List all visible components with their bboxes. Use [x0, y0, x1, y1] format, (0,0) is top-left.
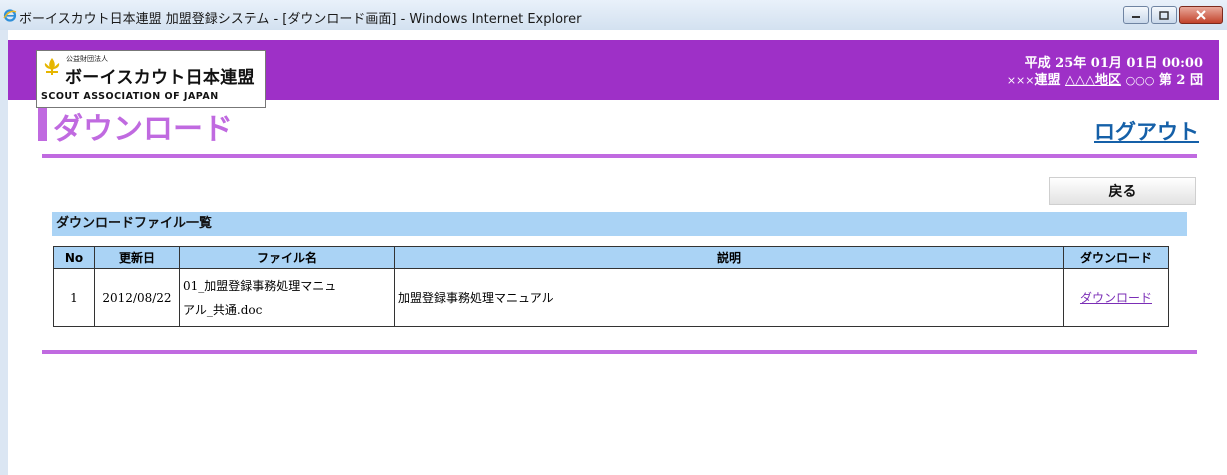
cell-no: 1: [53, 268, 95, 327]
cell-download: ダウンロード: [1063, 268, 1169, 327]
minimize-icon: [1132, 16, 1140, 18]
logo-name: ボーイスカウト日本連盟: [65, 68, 255, 88]
column-header-no: No: [53, 246, 95, 269]
column-header-filename: ファイル名: [179, 246, 395, 269]
logo-english-name: SCOUT ASSOCIATION OF JAPAN: [41, 91, 219, 102]
page-title-marker: [38, 108, 47, 141]
title-divider: [42, 154, 1197, 158]
back-button[interactable]: 戻る: [1049, 177, 1196, 205]
internet-explorer-icon: [3, 9, 17, 22]
table-header-row: No 更新日 ファイル名 説明 ダウンロード: [53, 246, 1169, 269]
close-button[interactable]: [1179, 6, 1223, 24]
section-title: ダウンロードファイル一覧: [52, 212, 1187, 236]
bottom-divider: [42, 350, 1197, 354]
table-row: 1 2012/08/22 01_加盟登録事務処理マニュ アル_共通.doc 加盟登…: [53, 268, 1169, 327]
scout-logo: 公益財団法人 ボーイスカウト日本連盟 SCOUT ASSOCIATION OF …: [36, 50, 266, 108]
download-link[interactable]: ダウンロード: [1080, 291, 1152, 305]
cell-description: 加盟登録事務処理マニュアル: [394, 268, 1064, 327]
logout-link[interactable]: ログアウト: [1094, 116, 1199, 146]
header-banner: 公益財団法人 ボーイスカウト日本連盟 SCOUT ASSOCIATION OF …: [8, 40, 1219, 108]
maximize-icon: [1159, 10, 1169, 20]
maximize-button[interactable]: [1151, 6, 1177, 24]
page-title: ダウンロード: [53, 112, 233, 147]
cell-filename: 01_加盟登録事務処理マニュ アル_共通.doc: [179, 268, 395, 327]
column-header-download: ダウンロード: [1063, 246, 1169, 269]
minimize-button[interactable]: [1123, 6, 1149, 24]
close-icon: [1196, 10, 1206, 20]
window-title: ボーイスカウト日本連盟 加盟登録システム - [ダウンロード画面] - Wind…: [19, 12, 582, 27]
header-organization: ×××連盟 △△△地区 ○○○ 第 2 団: [1006, 73, 1203, 88]
download-files-table: No 更新日 ファイル名 説明 ダウンロード 1 2012/08/22 01_加…: [53, 246, 1169, 327]
column-header-date: 更新日: [94, 246, 180, 269]
window-titlebar: ボーイスカウト日本連盟 加盟登録システム - [ダウンロード画面] - Wind…: [0, 0, 1227, 30]
column-header-description: 説明: [394, 246, 1064, 269]
fleur-de-lis-icon: [44, 58, 60, 75]
browser-content: 公益財団法人 ボーイスカウト日本連盟 SCOUT ASSOCIATION OF …: [8, 30, 1227, 475]
cell-date: 2012/08/22: [94, 268, 180, 327]
